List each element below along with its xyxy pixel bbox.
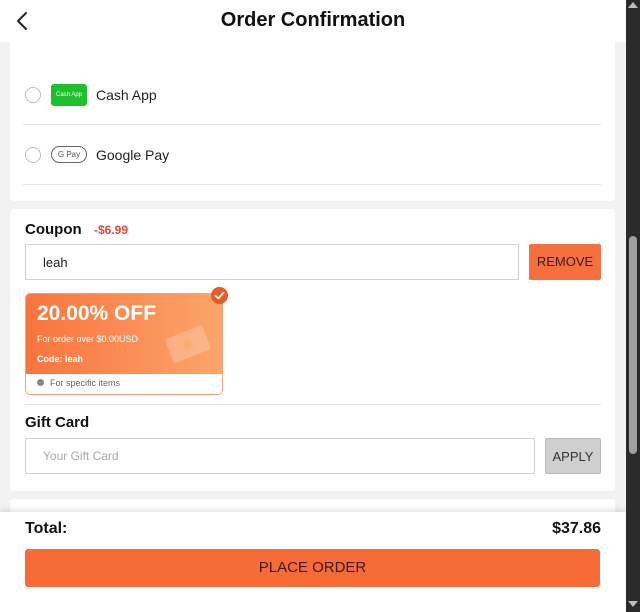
coupon-input[interactable] [25, 244, 519, 280]
total-label: Total: [25, 520, 68, 537]
payment-option-cash-app[interactable]: Cash App Cash App [23, 66, 601, 125]
scrollbar[interactable] [626, 0, 640, 612]
coupon-off-text: 20.00% OFF [37, 302, 157, 325]
scroll-down-arrow-icon[interactable] [628, 601, 638, 607]
total-value: $37.86 [552, 520, 601, 537]
coupon-ticket[interactable]: 20.00% OFF For order over $0.00USD Code:… [25, 293, 223, 395]
scroll-up-arrow-icon[interactable] [628, 2, 638, 8]
radio-google-pay[interactable] [25, 147, 41, 163]
order-footer: Total: $37.86 PLACE ORDER [0, 512, 626, 612]
coupon-ticket-header: 20.00% OFF For order over $0.00USD Code:… [26, 294, 222, 374]
payment-option-google-pay[interactable]: G Pay Google Pay [23, 126, 601, 185]
apply-gift-card-button[interactable]: APPLY [545, 438, 601, 474]
section-divider [25, 404, 601, 405]
gift-card-title: Gift Card [25, 414, 90, 431]
check-icon [211, 287, 228, 304]
header: Order Confirmation [0, 0, 626, 42]
cash-app-logo: Cash App [51, 84, 87, 106]
scrollbar-thumb[interactable] [629, 236, 637, 454]
radio-cash-app[interactable] [25, 87, 41, 103]
page-title: Order Confirmation [220, 9, 406, 31]
coupon-note-text: For specific items [50, 378, 121, 388]
coupon-title: Coupon [25, 221, 82, 238]
google-pay-logo: G Pay [51, 146, 87, 163]
payment-label-cash-app: Cash App [96, 87, 157, 103]
info-icon [37, 379, 44, 386]
payment-label-google-pay: Google Pay [96, 147, 170, 163]
place-order-button[interactable]: PLACE ORDER [25, 549, 600, 587]
remove-coupon-button[interactable]: REMOVE [529, 244, 601, 280]
coupon-note: For specific items [37, 378, 120, 388]
ticket-decoration-icon [165, 325, 211, 363]
gift-card-input[interactable] [25, 438, 535, 474]
coupon-card: Coupon -$6.99 REMOVE 20.00% OFF For orde… [10, 209, 615, 491]
coupon-discount: -$6.99 [94, 223, 129, 237]
coupon-code: Code: leah [37, 354, 84, 364]
coupon-condition: For order over $0.00USD [37, 334, 139, 344]
